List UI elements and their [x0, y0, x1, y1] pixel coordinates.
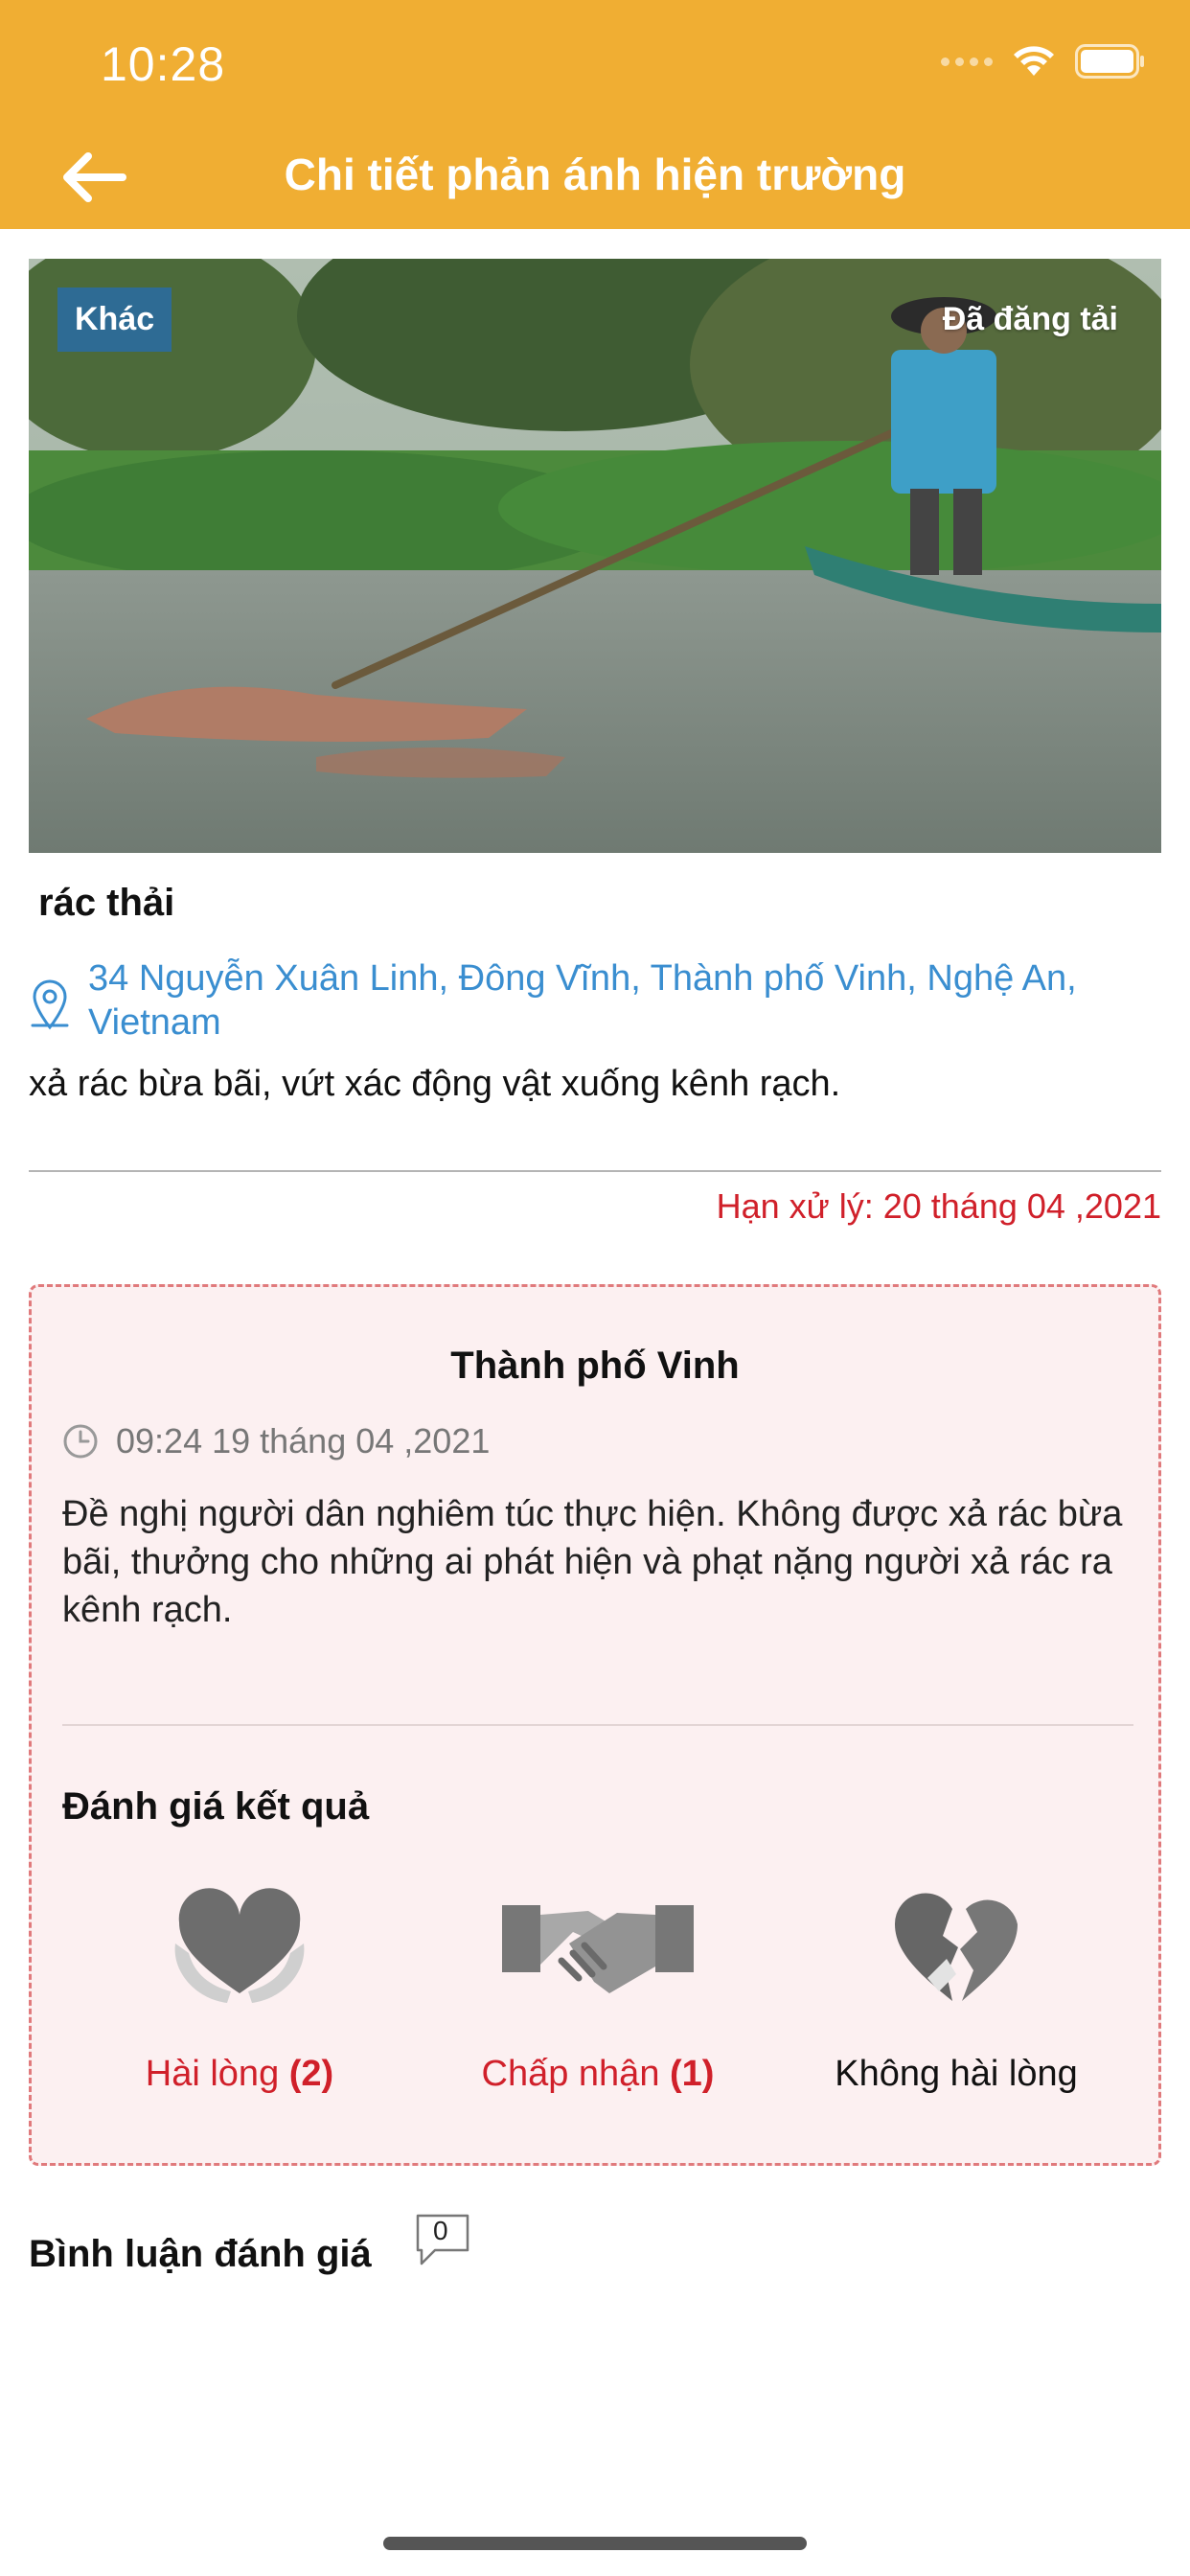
handshake-icon: [502, 1905, 694, 1993]
rating-label: Chấp nhận: [481, 2054, 660, 2094]
rating-count: (2): [288, 2054, 334, 2094]
heart-hands-icon: [174, 1888, 305, 2003]
comment-count: 0: [432, 2215, 448, 2245]
rating-label: Không hài lòng: [835, 2054, 1078, 2094]
clock-icon: [63, 1424, 98, 1459]
response-time-row: 09:24 19 tháng 04 ,2021: [62, 1421, 490, 1461]
page-title: Chi tiết phản ánh hiện trường: [284, 150, 906, 199]
rating-satisfied-button[interactable]: Hài lòng (2): [77, 1881, 402, 2095]
rating-label: Hài lòng: [145, 2054, 280, 2094]
status-icons: [941, 44, 1146, 79]
app-header: 10:28 Chi tiết phản ánh hiện trường: [0, 0, 1190, 229]
report-photo[interactable]: Khác Đã đăng tải: [29, 259, 1161, 853]
report-description: xả rác bừa bãi, vứt xác động vật xuống k…: [29, 1064, 841, 1104]
comments-label: Bình luận đánh giá: [29, 2233, 372, 2275]
status-tag: Đã đăng tải: [942, 301, 1118, 337]
rating-dissatisfied-button[interactable]: Không hài lòng: [793, 1881, 1119, 2095]
location-pin-icon: [31, 979, 69, 1030]
broken-heart-icon: [894, 1893, 1018, 2001]
responder-name: Thành phố Vinh: [450, 1345, 740, 1387]
rating-count: (1): [670, 2054, 715, 2094]
deadline-text: Hạn xử lý: 20 tháng 04 ,2021: [716, 1186, 1161, 1226]
signal-icon: [941, 57, 993, 66]
divider: [29, 1170, 1161, 1172]
location-row[interactable]: 34 Nguyễn Xuân Linh, Đông Vĩnh, Thành ph…: [29, 956, 1161, 1045]
response-panel: Thành phố Vinh 09:24 19 tháng 04 ,2021 Đ…: [29, 1284, 1161, 2166]
wifi-icon: [1012, 45, 1056, 78]
status-time: 10:28: [101, 37, 226, 91]
rating-options: Hài lòng (2) Chấp nhận (1) Không hài lòn…: [32, 1881, 1158, 2130]
rating-heading: Đánh giá kết quả: [62, 1785, 370, 1828]
comments-section[interactable]: Bình luận đánh giá 0: [29, 2214, 471, 2276]
rating-accept-button[interactable]: Chấp nhận (1): [435, 1881, 761, 2095]
comment-count-badge[interactable]: 0: [414, 2212, 471, 2269]
report-title: rác thải: [38, 882, 175, 924]
divider: [62, 1724, 1133, 1726]
battery-icon: [1075, 44, 1146, 79]
response-text: Đề nghị người dân nghiêm túc thực hiện. …: [62, 1494, 1123, 1630]
response-time: 09:24 19 tháng 04 ,2021: [116, 1421, 491, 1460]
category-tag: Khác: [57, 288, 172, 352]
address-link[interactable]: 34 Nguyễn Xuân Linh, Đông Vĩnh, Thành ph…: [88, 956, 1161, 1045]
home-indicator[interactable]: [383, 2537, 807, 2550]
